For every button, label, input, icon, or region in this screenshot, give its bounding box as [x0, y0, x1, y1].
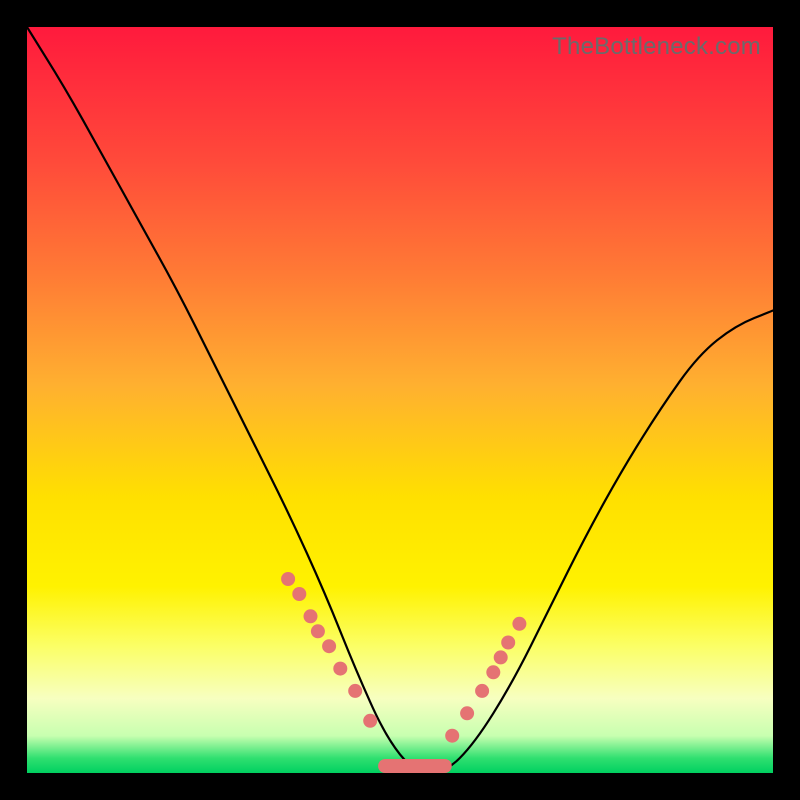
- watermark-text: TheBottleneck.com: [552, 33, 761, 61]
- curve-layer: [27, 27, 773, 773]
- marker-dot: [486, 665, 500, 679]
- marker-dot: [348, 684, 362, 698]
- marker-dot: [292, 587, 306, 601]
- marker-dot: [322, 639, 336, 653]
- bottleneck-curve: [27, 27, 773, 773]
- marker-dot: [494, 650, 508, 664]
- plot-area: TheBottleneck.com: [27, 27, 773, 773]
- marker-group: [281, 572, 526, 743]
- chart-frame: TheBottleneck.com: [0, 0, 800, 800]
- marker-dot: [281, 572, 295, 586]
- marker-dot: [304, 609, 318, 623]
- marker-dot: [333, 662, 347, 676]
- marker-dot: [460, 706, 474, 720]
- marker-dot: [512, 617, 526, 631]
- marker-dot: [311, 624, 325, 638]
- marker-dot: [445, 729, 459, 743]
- marker-dot: [363, 714, 377, 728]
- marker-dot: [475, 684, 489, 698]
- marker-dot: [501, 636, 515, 650]
